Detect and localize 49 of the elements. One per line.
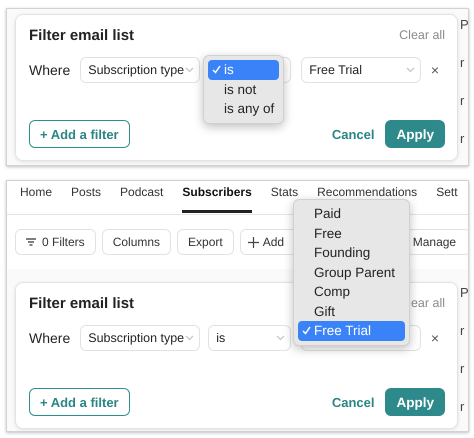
nav-tab[interactable]: Posts (71, 181, 102, 213)
remove-button[interactable]: × (430, 62, 439, 78)
panel-title: Filter email list (29, 26, 134, 44)
clear-all-link[interactable]: ear all (410, 296, 445, 310)
caret-icon (276, 335, 286, 341)
panel-title: Filter email list (29, 294, 134, 312)
caret-icon (406, 67, 416, 73)
caret-icon (185, 335, 194, 341)
nav-tab[interactable]: Stats (270, 181, 298, 213)
apply-button[interactable]: Apply (385, 120, 445, 148)
plus-icon (248, 236, 259, 248)
menu-option[interactable]: is (208, 60, 279, 80)
toolbar-button[interactable]: 0 Filters (15, 229, 96, 255)
background-letter: r (460, 132, 465, 146)
background-letter: r (460, 362, 465, 376)
apply-button[interactable]: Apply (385, 388, 445, 416)
menu-option[interactable]: Free Trial (298, 321, 405, 340)
nav-tab[interactable]: Podcast (120, 181, 164, 213)
menu-option[interactable]: is not (208, 80, 279, 99)
where-label: Where (29, 330, 70, 346)
background-letter: r (460, 56, 465, 70)
background-letter: r (460, 324, 465, 338)
select-field[interactable]: Subscription type (80, 57, 200, 83)
check-icon (302, 326, 311, 335)
background-letter: r (460, 400, 465, 414)
cancel-button[interactable]: Cancel (332, 126, 374, 142)
menu-option[interactable]: Founding (298, 243, 405, 262)
remove-button[interactable]: × (430, 330, 439, 346)
menu-option[interactable]: Group Parent (298, 262, 405, 282)
select-field[interactable]: Free Trial (301, 57, 422, 83)
select-field[interactable]: is (208, 325, 292, 351)
background-letter: r (460, 94, 465, 108)
add-filter-button[interactable]: + Add a filter (29, 388, 130, 416)
menu-option[interactable]: Paid (298, 204, 405, 224)
cancel-button[interactable]: Cancel (332, 394, 374, 410)
check-icon (212, 65, 221, 74)
menu-option[interactable]: Gift (298, 302, 405, 321)
nav-tab[interactable]: Home (20, 181, 52, 213)
toolbar-button[interactable]: Columns (102, 229, 172, 255)
filter-icon (26, 238, 36, 246)
caret-icon (185, 67, 194, 73)
menu-option[interactable]: is any of (208, 99, 279, 118)
add-filter-button[interactable]: + Add a filter (29, 120, 130, 148)
toolbar-button[interactable]: Export (177, 229, 234, 255)
where-label: Where (29, 62, 70, 78)
menu-option[interactable]: Free (298, 224, 405, 243)
select-field[interactable]: Subscription type (80, 325, 200, 351)
menu-option[interactable]: Comp (298, 282, 405, 302)
nav-tab[interactable]: Sett (436, 181, 458, 213)
